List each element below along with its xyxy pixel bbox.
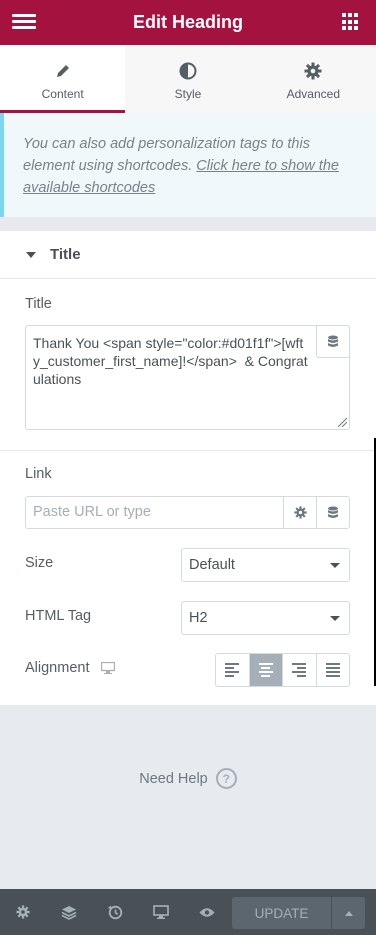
link-url-input[interactable]: Paste URL or type [25, 496, 350, 529]
database-icon [328, 506, 338, 518]
field-divider [0, 450, 376, 451]
align-justify-icon [325, 663, 340, 677]
alignment-label-row: Alignment [25, 660, 116, 676]
grid-icon[interactable] [342, 13, 360, 31]
align-left-button[interactable] [216, 654, 249, 686]
history-icon [107, 905, 122, 919]
preview-button[interactable] [184, 889, 230, 935]
shortcode-notice: You can also add personalization tags to… [0, 113, 376, 217]
eye-icon [199, 907, 215, 917]
link-label: Link [25, 466, 52, 482]
layers-icon [61, 905, 77, 920]
panel-header: Edit Heading [0, 0, 376, 45]
html-tag-label: HTML Tag [25, 608, 92, 624]
size-select[interactable]: Default [181, 548, 350, 582]
tab-style[interactable]: Style [125, 45, 251, 113]
chevron-down-icon [330, 563, 340, 568]
gear-icon [293, 506, 307, 519]
hamburger-icon[interactable] [12, 11, 36, 33]
history-button[interactable] [92, 889, 138, 935]
panel-tabs: Content Style Advanced [0, 45, 376, 113]
database-icon [328, 335, 338, 347]
title-label: Title [25, 296, 52, 312]
link-dynamic-tags-button[interactable] [316, 497, 349, 528]
panel-background [0, 705, 376, 889]
need-help-link[interactable]: Need Help ? [0, 768, 376, 789]
size-select-value: Default [189, 557, 235, 573]
gear-icon [303, 61, 323, 81]
alignment-control [215, 653, 350, 687]
title-textarea-value[interactable]: Thank You <span style="color:#d01f1f">[w… [33, 334, 308, 388]
navigator-button[interactable] [46, 889, 92, 935]
resize-handle-icon[interactable] [338, 418, 347, 427]
chevron-down-icon [330, 616, 340, 621]
align-justify-button[interactable] [315, 654, 350, 686]
update-button[interactable]: UPDATE [232, 897, 331, 929]
tab-content-label: Content [41, 87, 84, 101]
need-help-label: Need Help [139, 770, 208, 787]
section-separator [0, 217, 376, 231]
desktop-icon [153, 905, 169, 919]
caret-down-icon [26, 251, 36, 258]
link-options-button[interactable] [283, 497, 316, 528]
size-label: Size [25, 555, 54, 571]
panel-title: Edit Heading [132, 12, 243, 32]
panel-footer: UPDATE [0, 889, 376, 935]
tab-advanced-label: Advanced [286, 87, 340, 101]
pencil-icon [53, 61, 73, 81]
tab-advanced[interactable]: Advanced [250, 45, 376, 113]
question-icon: ? [215, 768, 237, 789]
html-tag-select[interactable]: H2 [181, 601, 350, 635]
section-title: Title [50, 246, 81, 263]
html-tag-select-value: H2 [189, 610, 208, 626]
settings-button[interactable] [0, 889, 46, 935]
align-center-button[interactable] [248, 654, 282, 686]
align-right-button[interactable] [282, 654, 316, 686]
responsive-mode-button[interactable] [138, 889, 184, 935]
section-title-toggle[interactable]: Title [0, 231, 376, 279]
caret-up-icon [344, 910, 353, 916]
align-center-icon [258, 663, 273, 677]
align-right-icon [292, 663, 307, 677]
gear-icon [16, 905, 30, 919]
desktop-icon[interactable] [101, 662, 116, 674]
align-left-icon [225, 663, 240, 677]
link-url-placeholder[interactable]: Paste URL or type [26, 497, 283, 528]
tab-content[interactable]: Content [0, 45, 126, 113]
dynamic-tags-button[interactable] [316, 325, 350, 358]
save-options-button[interactable] [332, 897, 365, 929]
alignment-label: Alignment [25, 660, 90, 676]
title-textarea[interactable]: Thank You <span style="color:#d01f1f">[w… [25, 325, 350, 430]
contrast-icon [178, 61, 198, 81]
tab-style-label: Style [174, 87, 202, 101]
